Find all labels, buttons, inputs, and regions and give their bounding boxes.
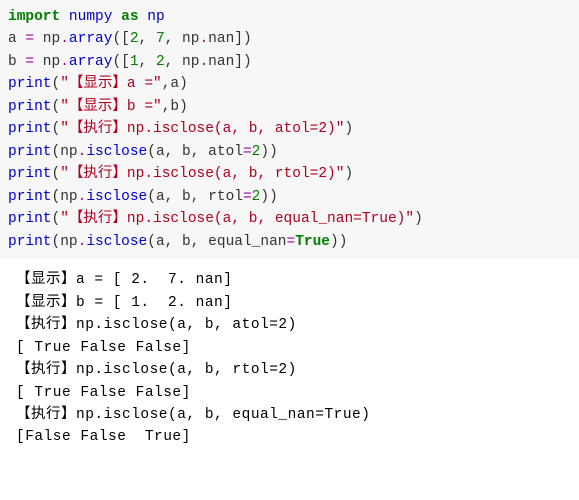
paren: ) (344, 121, 353, 137)
num: 1 (130, 54, 139, 70)
literal-true: True (295, 234, 330, 250)
fn-print: print (8, 234, 52, 250)
fn-print: print (8, 189, 52, 205)
nan: nan]) (208, 31, 252, 47)
paren: (np (52, 234, 78, 250)
code-line-2: a = np.array([2, 7, np.nan]) (8, 28, 571, 50)
rest: ,b) (162, 99, 188, 115)
num: 2 (130, 31, 139, 47)
code-line-1: import numpy as np (8, 6, 571, 28)
output-line: 【执行】np.isclose(a, b, rtol=2) (16, 359, 563, 381)
num: 7 (156, 31, 165, 47)
code-line-5: print("【显示】b =",b) (8, 96, 571, 118)
op-eq: = (243, 189, 252, 205)
output-line: [ True False False] (16, 337, 563, 359)
op-dot: . (60, 54, 69, 70)
code-line-8: print("【执行】np.isclose(a, b, rtol=2)") (8, 163, 571, 185)
num: 2 (156, 54, 165, 70)
paren: )) (330, 234, 347, 250)
keyword-as: as (121, 9, 138, 25)
output-block: 【显示】a = [ 2. 7. nan]【显示】b = [ 1. 2. nan]… (0, 259, 579, 457)
output-line: 【执行】np.isclose(a, b, atol=2) (16, 314, 563, 336)
code-line-11: print(np.isclose(a, b, equal_nan=True)) (8, 231, 571, 253)
string: "【执行】np.isclose(a, b, atol=2)" (60, 121, 344, 137)
paren: ( (52, 121, 61, 137)
output-line: 【执行】np.isclose(a, b, equal_nan=True) (16, 404, 563, 426)
bracket: ([ (112, 54, 129, 70)
args: (a, b, atol (147, 144, 243, 160)
string: "【显示】a =" (60, 76, 162, 92)
code-line-10: print("【执行】np.isclose(a, b, equal_nan=Tr… (8, 208, 571, 230)
fn-print: print (8, 121, 52, 137)
output-line: 【显示】a = [ 2. 7. nan] (16, 269, 563, 291)
output-line: 【显示】b = [ 1. 2. nan] (16, 292, 563, 314)
paren: )) (260, 189, 277, 205)
code-line-6: print("【执行】np.isclose(a, b, atol=2)") (8, 118, 571, 140)
op-dot: . (60, 31, 69, 47)
comma: , np (165, 54, 200, 70)
code-line-7: print(np.isclose(a, b, atol=2)) (8, 141, 571, 163)
rest: ,a) (162, 76, 188, 92)
fn-print: print (8, 144, 52, 160)
args: (a, b, equal_nan (147, 234, 286, 250)
var-a: a (8, 31, 25, 47)
op-dot: . (199, 31, 208, 47)
keyword-import: import (8, 9, 60, 25)
args: (a, b, rtol (147, 189, 243, 205)
fn-array: array (69, 31, 113, 47)
fn-print: print (8, 76, 52, 92)
string: "【执行】np.isclose(a, b, rtol=2)" (60, 166, 344, 182)
op-eq: = (286, 234, 295, 250)
fn-isclose: isclose (86, 189, 147, 205)
op-eq: = (25, 31, 34, 47)
bracket: ([ (112, 31, 129, 47)
fn-array: array (69, 54, 113, 70)
paren: )) (260, 144, 277, 160)
op-eq: = (25, 54, 34, 70)
code-line-9: print(np.isclose(a, b, rtol=2)) (8, 186, 571, 208)
output-line: [False False True] (16, 426, 563, 448)
op-eq: = (243, 144, 252, 160)
string: "【显示】b =" (60, 99, 162, 115)
fn-print: print (8, 99, 52, 115)
paren: (np (52, 144, 78, 160)
paren: ) (344, 166, 353, 182)
comma: , (139, 31, 156, 47)
np-ref: np (34, 31, 60, 47)
fn-print: print (8, 211, 52, 227)
nan: nan]) (208, 54, 252, 70)
paren: ( (52, 211, 61, 227)
var-b: b (8, 54, 25, 70)
fn-isclose: isclose (86, 144, 147, 160)
code-line-3: b = np.array([1, 2, np.nan]) (8, 51, 571, 73)
comma: , (139, 54, 156, 70)
paren: ( (52, 166, 61, 182)
fn-isclose: isclose (86, 234, 147, 250)
np-ref: np (34, 54, 60, 70)
comma: , np (165, 31, 200, 47)
paren: ( (52, 76, 61, 92)
code-line-4: print("【显示】a =",a) (8, 73, 571, 95)
string: "【执行】np.isclose(a, b, equal_nan=True)" (60, 211, 414, 227)
fn-print: print (8, 166, 52, 182)
op-dot: . (199, 54, 208, 70)
alias-np: np (147, 9, 164, 25)
module-numpy: numpy (69, 9, 113, 25)
code-block: import numpy as npa = np.array([2, 7, np… (0, 0, 579, 259)
paren: ( (52, 99, 61, 115)
paren: ) (414, 211, 423, 227)
paren: (np (52, 189, 78, 205)
output-line: [ True False False] (16, 382, 563, 404)
